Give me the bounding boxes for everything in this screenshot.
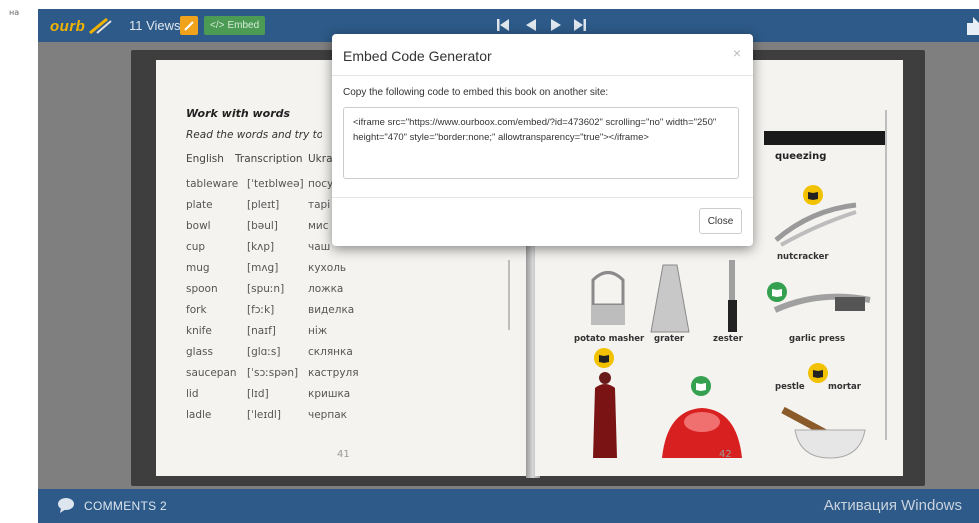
dialog-divider <box>332 197 753 198</box>
dialog-divider <box>332 75 753 76</box>
close-icon[interactable]: × <box>733 45 741 61</box>
left-strip: на <box>0 0 40 523</box>
close-button[interactable]: Close <box>699 208 742 234</box>
left-strip-text: на <box>9 8 20 17</box>
embed-code-textarea[interactable]: <iframe src="https://www.ourboox.com/emb… <box>343 107 739 179</box>
embed-code-dialog: Embed Code Generator × Copy the followin… <box>332 34 753 246</box>
modal-backdrop: Embed Code Generator × Copy the followin… <box>38 9 979 523</box>
dialog-instruction: Copy the following code to embed this bo… <box>343 87 609 98</box>
book-viewer: ourb 11 Views </> Embed Work with words … <box>38 9 979 523</box>
dialog-title: Embed Code Generator <box>343 48 492 64</box>
